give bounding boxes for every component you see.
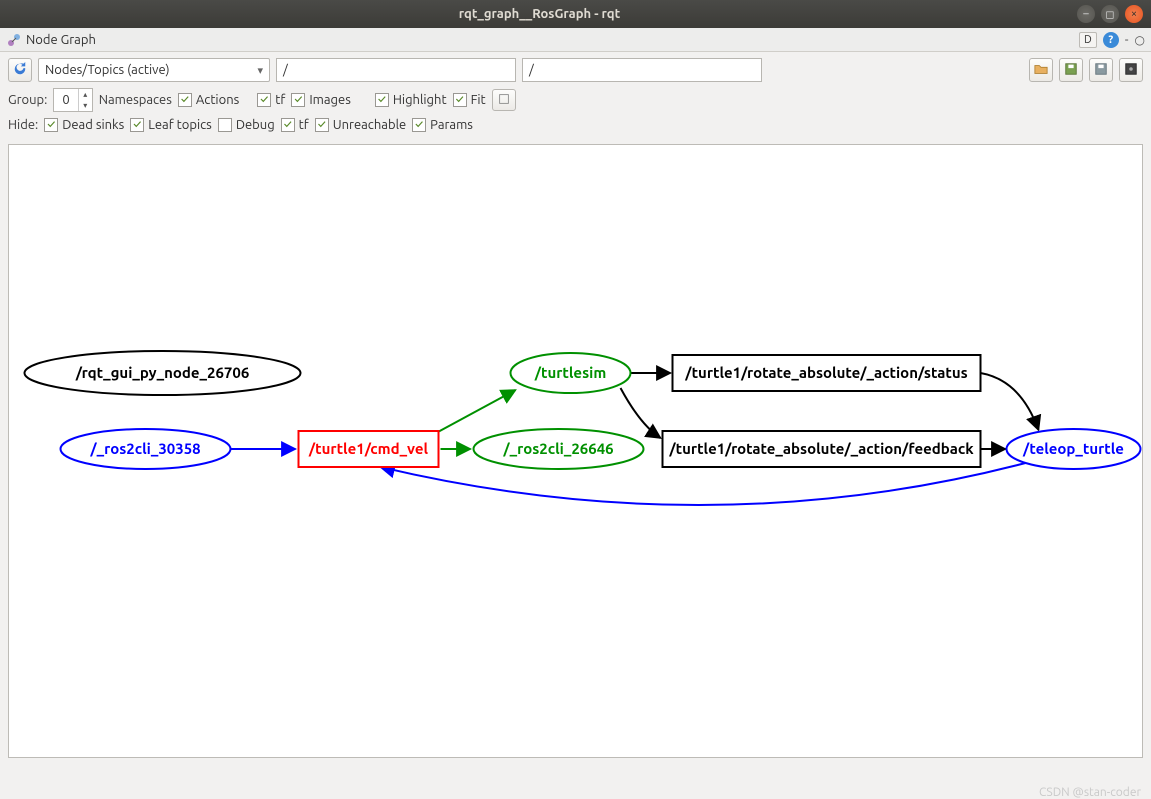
- namespaces-label: Namespaces: [99, 93, 172, 107]
- dock-config-button[interactable]: D: [1079, 32, 1097, 48]
- undock-button[interactable]: -: [1125, 33, 1129, 47]
- plugin-title: Node Graph: [26, 33, 96, 47]
- node-rqt-gui-py[interactable]: /rqt_gui_py_node_26706: [25, 351, 301, 395]
- save-svg-icon: [1094, 62, 1108, 79]
- fit-view-button[interactable]: [492, 89, 516, 111]
- save-image-icon: [1124, 62, 1138, 79]
- images-checkbox[interactable]: Images: [291, 93, 351, 107]
- window-maximize-button[interactable]: ◻: [1101, 5, 1119, 23]
- group-depth-value: 0: [54, 93, 77, 107]
- actions-checkbox[interactable]: Actions: [178, 93, 239, 107]
- svg-text:/rqt_gui_py_node_26706: /rqt_gui_py_node_26706: [75, 364, 250, 381]
- params-checkbox[interactable]: Params: [412, 118, 473, 132]
- svg-text:/teleop_turtle: /teleop_turtle: [1022, 440, 1124, 457]
- window-minimize-button[interactable]: –: [1077, 5, 1095, 23]
- save-svg-button[interactable]: [1089, 58, 1113, 82]
- view-mode-select[interactable]: Nodes/Topics (active): [38, 58, 270, 82]
- tf-group-checkbox[interactable]: tf: [257, 93, 285, 107]
- help-icon[interactable]: ?: [1103, 32, 1119, 48]
- plugin-header: Node Graph D ? - ○: [0, 28, 1151, 52]
- svg-text:/turtle1/rotate_absolute/_acti: /turtle1/rotate_absolute/_action/status: [684, 364, 967, 381]
- topic-cmd-vel[interactable]: /turtle1/cmd_vel: [299, 431, 439, 467]
- load-dot-button[interactable]: [1029, 58, 1053, 82]
- spin-down-icon[interactable]: ▾: [79, 100, 92, 111]
- node-filter-value: /: [283, 63, 288, 77]
- graph-canvas[interactable]: /rqt_gui_py_node_26706 /_ros2cli_30358 /…: [8, 144, 1143, 758]
- svg-text:/turtle1/rotate_absolute/_acti: /turtle1/rotate_absolute/_action/feedbac…: [668, 440, 974, 457]
- topic-rotate-status[interactable]: /turtle1/rotate_absolute/_action/status: [673, 355, 981, 391]
- toolbar-row-3: Hide: Dead sinks Leaf topics Debug tf Un…: [0, 118, 1151, 138]
- tf-hide-checkbox[interactable]: tf: [281, 118, 309, 132]
- folder-icon: [1034, 62, 1048, 79]
- svg-text:/_ros2cli_30358: /_ros2cli_30358: [89, 440, 200, 457]
- refresh-icon: [13, 62, 27, 79]
- debug-checkbox[interactable]: Debug: [218, 118, 275, 132]
- close-plugin-button[interactable]: ○: [1135, 33, 1145, 47]
- toolbar-row-1: Nodes/Topics (active) / /: [0, 52, 1151, 88]
- window-titlebar: rqt_graph__RosGraph - rqt – ◻ ×: [0, 0, 1151, 28]
- node-ros2cli-26646[interactable]: /_ros2cli_26646: [474, 429, 644, 469]
- fit-checkbox[interactable]: Fit: [453, 93, 486, 107]
- group-label: Group:: [8, 93, 47, 107]
- spin-up-icon[interactable]: ▴: [79, 89, 92, 100]
- plugin-icon: [6, 32, 22, 48]
- node-turtlesim[interactable]: /turtlesim: [511, 353, 631, 393]
- group-depth-spinner[interactable]: 0 ▴▾: [53, 88, 92, 112]
- node-graph-svg: /rqt_gui_py_node_26706 /_ros2cli_30358 /…: [9, 145, 1142, 757]
- topic-filter-input[interactable]: /: [522, 58, 762, 82]
- svg-text:/turtlesim: /turtlesim: [534, 364, 607, 381]
- edge: [381, 463, 1026, 505]
- window-title: rqt_graph__RosGraph - rqt: [8, 7, 1071, 21]
- save-dot-icon: [1064, 62, 1078, 79]
- node-teleop-turtle[interactable]: /teleop_turtle: [1007, 429, 1141, 469]
- edge: [431, 390, 516, 436]
- leaf-topics-checkbox[interactable]: Leaf topics: [130, 118, 212, 132]
- save-image-button[interactable]: [1119, 58, 1143, 82]
- save-dot-button[interactable]: [1059, 58, 1083, 82]
- hide-label: Hide:: [8, 118, 38, 132]
- svg-text:/_ros2cli_26646: /_ros2cli_26646: [502, 440, 613, 457]
- topic-filter-value: /: [529, 63, 534, 77]
- dead-sinks-checkbox[interactable]: Dead sinks: [44, 118, 124, 132]
- highlight-checkbox[interactable]: Highlight: [375, 93, 447, 107]
- svg-text:/turtle1/cmd_vel: /turtle1/cmd_vel: [308, 440, 429, 457]
- unreachable-checkbox[interactable]: Unreachable: [315, 118, 406, 132]
- watermark: CSDN @stan-coder: [1039, 786, 1141, 799]
- fit-icon: [497, 92, 511, 109]
- window-close-button[interactable]: ×: [1125, 5, 1143, 23]
- view-mode-value: Nodes/Topics (active): [45, 63, 170, 77]
- edge: [621, 388, 661, 438]
- node-filter-input[interactable]: /: [276, 58, 516, 82]
- refresh-button[interactable]: [8, 58, 32, 82]
- edge: [981, 373, 1039, 430]
- node-ros2cli-30358[interactable]: /_ros2cli_30358: [61, 429, 231, 469]
- topic-rotate-feedback[interactable]: /turtle1/rotate_absolute/_action/feedbac…: [663, 431, 981, 467]
- toolbar-row-2: Group: 0 ▴▾ Namespaces Actions tf Images…: [0, 88, 1151, 118]
